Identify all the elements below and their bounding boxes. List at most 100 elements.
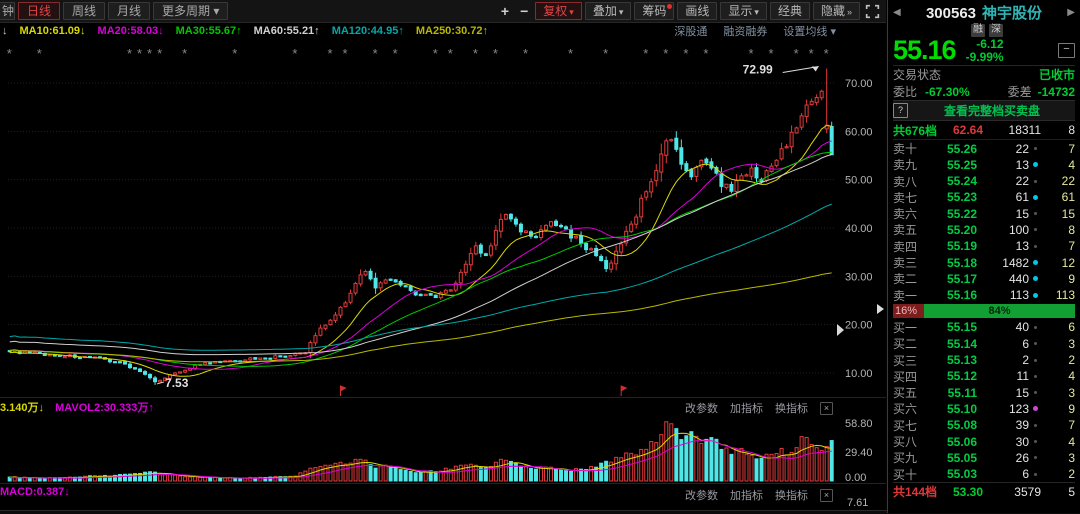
buy-row[interactable]: 买九 55.05 26 3 bbox=[893, 449, 1075, 466]
gray-dot bbox=[1033, 342, 1037, 346]
event-marker-icon: * bbox=[433, 46, 438, 61]
level-price: 55.03 bbox=[946, 467, 977, 482]
level-label: 卖五 bbox=[893, 223, 918, 238]
level-volume: 123 bbox=[1008, 401, 1029, 416]
level-count: 4 bbox=[1068, 157, 1075, 172]
buy-row[interactable]: 买四 55.12 11 4 bbox=[893, 368, 1075, 384]
level-volume: 26 bbox=[1015, 450, 1029, 465]
gray-dot bbox=[1033, 472, 1037, 476]
macd-link-改参数[interactable]: 改参数 bbox=[685, 487, 718, 503]
high-annotation-arrowhead bbox=[811, 66, 819, 72]
sell-row[interactable]: 卖二 55.17 440 9 bbox=[893, 270, 1075, 287]
panel-collapse-arrow[interactable] bbox=[877, 304, 884, 314]
sell-row[interactable]: 卖十 55.26 22 7 bbox=[893, 140, 1075, 157]
level-dot bbox=[1029, 440, 1041, 444]
level-label: 卖二 bbox=[893, 272, 918, 287]
level-count: 12 bbox=[1061, 255, 1075, 270]
level-volume: 1482 bbox=[1002, 255, 1029, 270]
volume-pane-links: 改参数 加指标 换指标 × bbox=[685, 400, 833, 416]
buy-row[interactable]: 买八 55.06 30 4 bbox=[893, 433, 1075, 450]
level-label: 卖四 bbox=[893, 239, 918, 254]
buy-row[interactable]: 买二 55.14 6 3 bbox=[893, 335, 1075, 352]
buy-row[interactable]: 买十 55.03 6 2 bbox=[893, 466, 1075, 482]
sell-row[interactable]: 卖六 55.22 15 15 bbox=[893, 205, 1075, 222]
buy-row[interactable]: 买七 55.08 39 7 bbox=[893, 417, 1075, 433]
sell-ratio: 16% bbox=[893, 303, 925, 318]
price-axis-label: 30.00 bbox=[845, 271, 873, 283]
ma-line-MA10 bbox=[9, 124, 832, 377]
pane-resize-arrow bbox=[837, 324, 844, 336]
volume-link-换指标[interactable]: 换指标 bbox=[775, 400, 808, 416]
level-label: 卖八 bbox=[893, 174, 918, 189]
gray-dot bbox=[1033, 440, 1037, 444]
sell-row[interactable]: 卖五 55.20 100 8 bbox=[893, 221, 1075, 238]
event-marker-icon: * bbox=[137, 46, 142, 61]
volume-link-加指标[interactable]: 加指标 bbox=[730, 400, 763, 416]
gray-dot bbox=[1033, 325, 1037, 329]
sell-row[interactable]: 卖九 55.25 13 4 bbox=[893, 156, 1075, 173]
level-label: 买七 bbox=[893, 418, 918, 433]
help-icon[interactable]: ? bbox=[893, 103, 908, 118]
macd-link-换指标[interactable]: 换指标 bbox=[775, 487, 808, 503]
gray-dot bbox=[1033, 358, 1037, 362]
level-label: 买六 bbox=[893, 402, 918, 417]
level-dot bbox=[1029, 358, 1041, 362]
event-marker-icon: * bbox=[157, 46, 162, 61]
pane-divider[interactable] bbox=[0, 483, 886, 484]
view-full-book-link[interactable]: 查看完整档买卖盘 bbox=[909, 102, 1075, 119]
close-volume-pane-icon[interactable]: × bbox=[820, 401, 833, 415]
sell-row[interactable]: 卖七 55.23 61 61 bbox=[893, 189, 1075, 205]
cyan-dot bbox=[1032, 194, 1038, 200]
sell-row[interactable]: 卖四 55.19 13 7 bbox=[893, 238, 1075, 254]
next-stock-icon[interactable]: ▶ bbox=[1067, 7, 1075, 18]
sell-row[interactable]: 卖八 55.24 22 22 bbox=[893, 173, 1075, 189]
mavol2-label: MAVOL2:30.333万↑ bbox=[55, 402, 154, 414]
minimize-panel-button[interactable]: − bbox=[1058, 43, 1075, 58]
event-marker-icon: * bbox=[232, 46, 237, 61]
macd-link-加指标[interactable]: 加指标 bbox=[730, 487, 763, 503]
volume-pane-header: 3.140万↓ MAVOL2:30.333万↑ bbox=[0, 399, 154, 414]
level-price: 55.23 bbox=[946, 190, 977, 205]
mavol-line-MAVOL1 bbox=[9, 432, 832, 479]
buy-row[interactable]: 买三 55.13 2 2 bbox=[893, 352, 1075, 368]
trade-status-row: 交易状态 已收市 bbox=[893, 65, 1075, 83]
gray-dot bbox=[1033, 179, 1037, 183]
close-macd-pane-icon[interactable]: × bbox=[820, 488, 833, 502]
level-count: 61 bbox=[1061, 190, 1075, 205]
price-change: -6.12 -9.99% bbox=[966, 38, 1004, 64]
event-marker-icon: * bbox=[683, 46, 688, 61]
buy-row[interactable]: 买五 55.11 15 3 bbox=[893, 384, 1075, 401]
buy-row[interactable]: 买一 55.15 40 6 bbox=[893, 319, 1075, 335]
sell-order-book: 卖十 55.26 22 7 卖九 55.25 13 4 卖八 55.24 22 22 卖七 55.23 61… bbox=[893, 139, 1075, 303]
prev-stock-icon[interactable]: ◀ bbox=[893, 7, 901, 18]
candlestick-chart[interactable]: * * * * * * * * * * * * * * * * * * * * * * * * * * * * * 70.00 60.00 5… bbox=[0, 0, 886, 513]
level-price: 55.12 bbox=[946, 369, 977, 384]
view-full-book-row[interactable]: ? 查看完整档买卖盘 bbox=[893, 100, 1075, 121]
last-price: 55.16 bbox=[893, 35, 957, 65]
level-count: 8 bbox=[1068, 222, 1075, 237]
event-marker-icon: * bbox=[373, 46, 378, 61]
cyan-dot bbox=[1032, 292, 1038, 298]
level-label: 买四 bbox=[893, 369, 918, 384]
sell-row[interactable]: 卖三 55.18 1482 12 bbox=[893, 254, 1075, 271]
volume-link-改参数[interactable]: 改参数 bbox=[685, 400, 718, 416]
gray-dot bbox=[1033, 228, 1037, 232]
level-label: 卖一 bbox=[893, 288, 918, 303]
level-price: 55.17 bbox=[946, 271, 977, 286]
gray-dot bbox=[1033, 423, 1037, 427]
event-marker-icon: * bbox=[182, 46, 187, 61]
level-dot bbox=[1029, 179, 1041, 183]
pane-divider[interactable] bbox=[0, 397, 886, 398]
status-value: 已收市 bbox=[1038, 68, 1075, 82]
buy-ratio: 84% bbox=[924, 303, 1075, 318]
level-dot bbox=[1029, 406, 1041, 412]
sell-row[interactable]: 卖一 55.16 113 113 bbox=[893, 287, 1075, 303]
event-marker-icon: * bbox=[703, 46, 708, 61]
ma-line-MA60 bbox=[9, 154, 832, 356]
level-dot bbox=[1029, 260, 1041, 266]
badge-融: 融 bbox=[971, 24, 985, 37]
macd-pane-links: 改参数 加指标 换指标 × bbox=[685, 487, 833, 503]
buy-row[interactable]: 买六 55.10 123 9 bbox=[893, 400, 1075, 417]
level-dot bbox=[1029, 276, 1041, 282]
level-price: 55.25 bbox=[946, 157, 977, 172]
